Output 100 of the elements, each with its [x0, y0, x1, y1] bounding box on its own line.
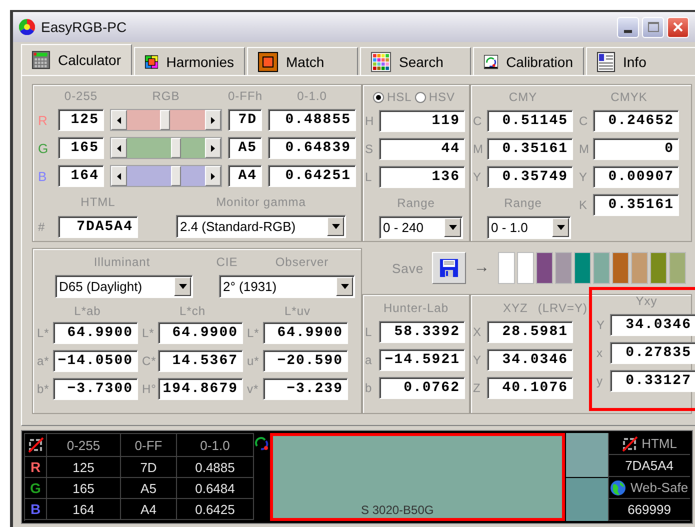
number-field[interactable]: 0.35161	[593, 194, 679, 216]
slider[interactable]	[110, 109, 222, 131]
field-label: L	[365, 325, 374, 339]
number-field[interactable]: 7D	[228, 109, 262, 131]
number-field[interactable]: 0.48855	[268, 109, 356, 131]
scroll-right-button[interactable]	[205, 138, 221, 158]
number-field[interactable]: A4	[228, 165, 262, 187]
field-label: b	[365, 381, 374, 395]
tab[interactable]: Search	[360, 47, 471, 75]
close-button[interactable]	[667, 16, 689, 38]
color-swatch[interactable]	[668, 252, 686, 284]
color-swatch[interactable]	[630, 252, 648, 284]
maximize-button[interactable]	[642, 16, 664, 38]
color-swatch[interactable]	[554, 252, 572, 284]
number-field[interactable]: 0.64251	[268, 165, 356, 187]
table-cell: 7DA5A4	[608, 455, 690, 477]
caret-icon	[556, 224, 564, 230]
dropdown[interactable]: D65 (Daylight)	[55, 275, 193, 298]
range-label: Range	[396, 196, 436, 210]
number-field[interactable]: 0.51145	[487, 110, 573, 132]
caret-icon	[178, 284, 186, 289]
number-field[interactable]: 164	[58, 165, 104, 187]
dropdown[interactable]: 0 - 1.0	[487, 216, 571, 238]
number-field[interactable]: 165	[58, 137, 104, 159]
number-field[interactable]: 0.35749	[487, 166, 573, 188]
scroll-left-button[interactable]	[111, 110, 127, 130]
color-swatch[interactable]	[536, 252, 553, 284]
number-field[interactable]: 34.0346	[610, 314, 695, 336]
field-label: b*	[37, 382, 50, 396]
number-field[interactable]: −14.5921	[379, 349, 465, 371]
number-field[interactable]: −3.7300	[53, 378, 138, 400]
slider-thumb[interactable]	[171, 138, 182, 158]
number-field[interactable]: 0.0762	[379, 377, 465, 399]
field-label: M	[579, 142, 590, 156]
right-arrow-icon	[211, 116, 215, 124]
number-field[interactable]: 58.3392	[379, 321, 465, 343]
field-label: X	[473, 325, 483, 339]
minimize-button[interactable]	[617, 16, 639, 38]
scroll-right-button[interactable]	[205, 110, 221, 130]
save-button[interactable]	[432, 252, 466, 284]
number-field[interactable]: 0.64839	[268, 137, 356, 159]
number-field[interactable]: 40.1076	[487, 377, 573, 399]
number-field[interactable]: 44	[379, 138, 465, 160]
scroll-right-button[interactable]	[205, 166, 221, 186]
lrv-note: (LRV=Y)	[538, 301, 588, 315]
number-field[interactable]: 64.9900	[158, 322, 243, 344]
dropdown[interactable]: 2° (1931)	[219, 275, 355, 298]
column-label: L*ab	[73, 304, 102, 316]
column-label: 0-1.0	[296, 89, 328, 103]
number-field[interactable]: −14.0500	[53, 350, 138, 372]
number-field[interactable]: 136	[379, 166, 465, 188]
dropdown[interactable]: 0 - 240	[379, 216, 463, 238]
color-swatch[interactable]	[592, 252, 610, 284]
crossed-out-icon	[622, 436, 638, 452]
tab[interactable]: Calibration	[473, 47, 584, 75]
number-field[interactable]: 64.9900	[263, 322, 348, 344]
color-swatch[interactable]	[516, 252, 534, 284]
number-field[interactable]: 125	[58, 109, 104, 131]
tab[interactable]: Match	[247, 47, 358, 75]
channel-label: R	[38, 112, 49, 128]
number-field[interactable]: −20.590	[263, 350, 348, 372]
scroll-left-button[interactable]	[111, 138, 127, 158]
field-label: Y	[579, 170, 589, 184]
number-field[interactable]: 7DA5A4	[58, 216, 138, 238]
tab[interactable]: Info	[586, 47, 695, 75]
circular-arrows-icon	[254, 437, 269, 451]
color-swatch[interactable]	[498, 252, 515, 284]
slider[interactable]	[110, 137, 222, 159]
scroll-left-button[interactable]	[111, 166, 127, 186]
overlapping-squares-icon	[258, 52, 278, 72]
tab[interactable]: Harmonies	[134, 47, 245, 75]
number-field[interactable]: 194.8679	[158, 378, 243, 400]
color-swatch[interactable]	[612, 252, 629, 284]
tab[interactable]: Calculator	[21, 44, 132, 75]
slider[interactable]	[110, 165, 222, 187]
color-swatch[interactable]	[574, 252, 591, 284]
number-field[interactable]: 0	[593, 138, 679, 160]
color-swatch[interactable]	[650, 252, 667, 284]
number-field[interactable]: 14.5367	[158, 350, 243, 372]
field-label: a	[365, 353, 374, 367]
number-field[interactable]: 119	[379, 110, 465, 132]
dropdown[interactable]: 2.4 (Standard-RGB)	[176, 215, 346, 238]
number-field[interactable]: 0.27835	[610, 342, 695, 364]
column-header: 0-FF	[121, 434, 177, 457]
field-label: H	[365, 114, 376, 128]
number-field[interactable]: 0.35161	[487, 138, 573, 160]
number-field[interactable]: 28.5981	[487, 321, 573, 343]
number-field[interactable]: A5	[228, 137, 262, 159]
slider-thumb[interactable]	[170, 166, 181, 186]
number-field[interactable]: −3.239	[263, 378, 348, 400]
column-label: Yxy	[634, 294, 658, 308]
number-field[interactable]: 0.24652	[593, 110, 679, 132]
number-field[interactable]: 34.0346	[487, 349, 573, 371]
crossed-out-icon	[28, 437, 44, 453]
field-label: L*	[142, 326, 156, 340]
number-field[interactable]: 0.33127	[610, 370, 695, 392]
number-field[interactable]: 64.9900	[53, 322, 138, 344]
number-field[interactable]: 0.00907	[593, 166, 679, 188]
slider-thumb[interactable]	[160, 110, 170, 130]
right-arrow-icon	[211, 144, 215, 152]
